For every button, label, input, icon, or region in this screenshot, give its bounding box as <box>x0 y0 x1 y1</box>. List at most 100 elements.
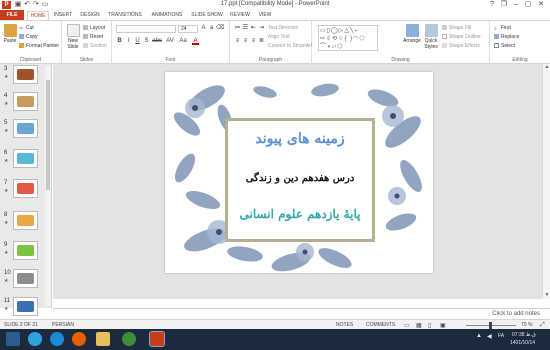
firefox-icon[interactable] <box>72 332 86 346</box>
copy-button[interactable]: Copy <box>19 34 38 40</box>
text-direction-button[interactable]: Text Direction <box>268 25 298 31</box>
slide-grade-text[interactable]: پایهٔ یازدهم علوم انسانی <box>228 207 372 221</box>
reset-button[interactable]: Reset <box>83 34 103 40</box>
clock-date[interactable]: 1401/10/14 <box>510 340 535 346</box>
file-explorer-icon[interactable] <box>96 332 110 346</box>
shape-outline-button[interactable]: Shape Outline <box>442 34 481 40</box>
internet-explorer-icon[interactable] <box>50 332 64 346</box>
select-button[interactable]: Select <box>494 43 515 49</box>
convert-smartart-button[interactable]: Convert to SmartArt <box>268 43 312 49</box>
format-painter-button[interactable]: Format Painter <box>19 43 59 49</box>
thumbnail-image[interactable] <box>13 241 38 260</box>
decrease-indent-icon[interactable]: ⇤ <box>250 25 257 32</box>
current-slide[interactable]: زمینه های پیوند درس هفدهم دین و زندگی پا… <box>165 72 433 273</box>
character-spacing-button[interactable]: AV <box>165 38 175 45</box>
font-size-dropdown[interactable]: 24 <box>178 25 198 33</box>
align-left-icon[interactable]: ≡ <box>234 38 241 45</box>
thumbnail-image[interactable] <box>13 211 38 230</box>
tab-review[interactable]: REVIEW <box>228 11 252 20</box>
numbering-icon[interactable]: ☰ <box>242 25 249 32</box>
zoom-level[interactable]: 70 % <box>521 322 532 328</box>
align-right-icon[interactable]: ≡ <box>250 38 257 45</box>
cut-button[interactable]: ✂ Cut <box>19 25 34 32</box>
change-case-button[interactable]: Aa <box>178 38 188 45</box>
thumbnail-image[interactable] <box>13 65 38 84</box>
comments-toggle[interactable]: COMMENTS <box>366 322 395 328</box>
bold-button[interactable]: B <box>116 38 123 45</box>
slide-subtitle[interactable]: درس هفدهم دین و زندگی <box>228 173 372 184</box>
notes-pane[interactable]: Click to add notes <box>53 308 550 319</box>
slide-title[interactable]: زمینه های پیوند <box>228 131 372 147</box>
scroll-down-icon[interactable]: ▼ <box>543 292 550 299</box>
bullets-icon[interactable]: ≔ <box>234 25 241 32</box>
tab-slide-show[interactable]: SLIDE SHOW <box>190 11 224 20</box>
start-icon[interactable] <box>6 332 20 346</box>
grow-font-icon[interactable]: A <box>200 25 207 32</box>
arrange-button[interactable]: Arrange <box>402 24 422 44</box>
thumbnail-image[interactable] <box>13 149 38 168</box>
font-name-dropdown[interactable] <box>116 25 176 33</box>
notes-toggle[interactable]: NOTES <box>336 322 353 328</box>
telegram-icon[interactable] <box>28 332 42 346</box>
thumbnail-image[interactable] <box>13 179 38 198</box>
shape-fill-button[interactable]: Shape Fill <box>442 25 471 31</box>
editor-scrollbar[interactable]: ▲ ▼ <box>542 64 550 299</box>
close-button[interactable]: ✕ <box>535 0 547 10</box>
shape-effects-button[interactable]: Shape Effects <box>442 43 480 49</box>
thumbnail-image[interactable] <box>13 297 38 316</box>
underline-button[interactable]: U <box>134 38 141 45</box>
slide-sorter-icon[interactable]: ▦ <box>416 322 422 329</box>
thumbnail-image[interactable] <box>13 269 38 288</box>
italic-button[interactable]: I <box>125 38 132 45</box>
format-painter-icon <box>19 43 24 48</box>
clear-formatting-icon[interactable]: ⌫ <box>216 25 224 32</box>
speaker-icon[interactable]: ◀ <box>487 333 492 340</box>
reading-view-icon[interactable]: ▯ <box>428 322 431 329</box>
shadow-button[interactable]: S <box>143 38 150 45</box>
thumbnail-image[interactable] <box>13 92 38 111</box>
language-indicator[interactable]: PERSIAN <box>52 322 74 328</box>
tab-animations[interactable]: ANIMATIONS <box>148 11 186 20</box>
tab-home[interactable]: HOME <box>27 11 49 20</box>
find-label: Find <box>501 25 511 31</box>
shrink-font-icon[interactable]: a <box>208 25 215 32</box>
ribbon-display-button[interactable]: ❐ <box>498 0 510 10</box>
replace-button[interactable]: Replace <box>494 34 519 40</box>
thumbnail-scrollbar-thumb[interactable] <box>46 80 50 190</box>
align-center-icon[interactable]: ≡ <box>242 38 249 45</box>
tab-file[interactable]: FILE <box>0 10 24 20</box>
tab-transitions[interactable]: TRANSITIONS <box>106 11 144 20</box>
justify-icon[interactable]: ≣ <box>258 38 265 45</box>
shapes-gallery[interactable]: ▭▯◯▷△╲⌐ ⇨⇩⟲☆{ }◠⬠ ⌒◖▱⬡ <box>318 25 378 51</box>
tab-insert[interactable]: INSERT <box>52 11 74 20</box>
strikethrough-button[interactable]: abc <box>152 38 162 45</box>
fit-slide-icon[interactable]: ⤢ <box>540 322 545 329</box>
zoom-slider-handle[interactable] <box>489 322 492 329</box>
minimize-button[interactable]: – <box>510 0 522 10</box>
section-button[interactable]: Section <box>83 43 107 49</box>
tab-design[interactable]: DESIGN <box>78 11 102 20</box>
font-color-button[interactable]: A <box>192 38 199 45</box>
keyboard-language[interactable]: FA <box>498 333 504 339</box>
help-button[interactable]: ? <box>486 0 498 10</box>
paste-button[interactable]: Paste <box>2 24 18 44</box>
scissors-icon: ✂ <box>19 26 24 32</box>
align-text-button[interactable]: Align Text <box>268 34 290 40</box>
powerpoint-icon[interactable] <box>149 331 165 347</box>
clock-time[interactable]: 07:38 ق.ظ <box>512 332 536 338</box>
thumbnail-image[interactable] <box>13 119 38 138</box>
slideshow-view-icon[interactable]: ▣ <box>440 322 446 329</box>
tab-view[interactable]: VIEW <box>256 11 274 20</box>
scroll-up-icon[interactable]: ▲ <box>543 64 550 71</box>
media-player-icon[interactable] <box>122 332 136 346</box>
find-button[interactable]: ⌕ Find <box>494 25 511 32</box>
increase-indent-icon[interactable]: ⇥ <box>258 25 265 32</box>
slide-text-frame[interactable]: زمینه های پیوند درس هفدهم دین و زندگی پا… <box>225 118 375 242</box>
slides-group-label: Slides <box>79 57 94 63</box>
normal-view-icon[interactable]: ▭ <box>404 322 410 329</box>
maximize-button[interactable]: ▢ <box>522 0 534 10</box>
quick-styles-button[interactable]: Quick Styles <box>423 24 439 50</box>
network-icon[interactable]: ▲ <box>476 333 482 339</box>
layout-button[interactable]: Layout <box>83 25 105 31</box>
new-slide-button[interactable]: New Slide <box>64 24 82 50</box>
